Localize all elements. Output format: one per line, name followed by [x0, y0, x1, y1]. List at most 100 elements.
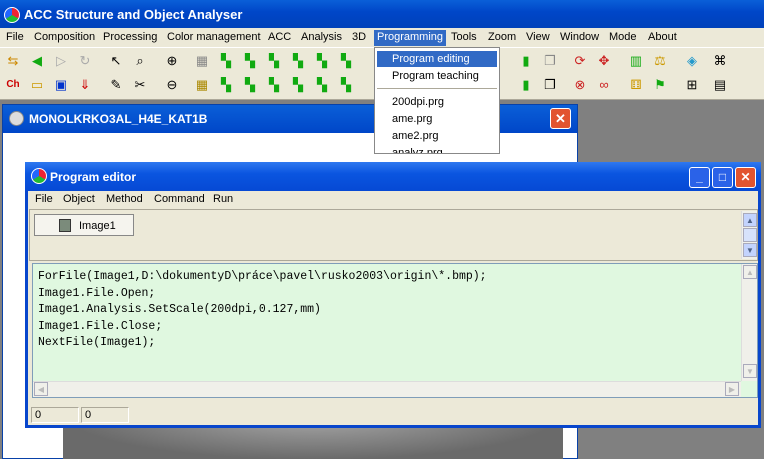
menu-separator	[377, 88, 497, 89]
menu-item-program-teaching[interactable]: Program teaching	[377, 68, 497, 84]
green-block-icon-4[interactable]: ▚	[288, 51, 308, 71]
code-scroll-right-icon[interactable]: ▶	[725, 382, 739, 396]
code-editor[interactable]: ForFile(Image1,D:\dokumentyD\práce\pavel…	[32, 263, 758, 398]
green-block-icon-1[interactable]: ▚	[216, 51, 236, 71]
code-scroll-left-icon[interactable]: ◀	[34, 382, 48, 396]
editor-title: Program editor	[50, 170, 137, 184]
editor-statusbar: 0 0	[29, 405, 758, 424]
menu-programming[interactable]: Programming	[374, 30, 447, 46]
scroll-up-icon[interactable]: ▲	[743, 213, 757, 227]
green-bar-icon-1[interactable]: ▮	[516, 51, 536, 71]
zoom-out-icon[interactable]: ⊖	[162, 75, 182, 95]
pointer-icon[interactable]: ↖	[106, 51, 126, 71]
menubar: File Composition Processing Color manage…	[0, 28, 764, 47]
forward-icon[interactable]: ▷	[51, 51, 71, 71]
program-code[interactable]: ForFile(Image1,D:\dokumentyD\práce\pavel…	[38, 269, 487, 352]
copy-gray-icon[interactable]: ❐	[540, 51, 560, 71]
save-icon[interactable]: ▣	[51, 75, 71, 95]
folder-icon[interactable]: ▭	[27, 75, 47, 95]
menu-window[interactable]: Window	[557, 30, 602, 46]
green-block-icon-5[interactable]: ▚	[312, 51, 332, 71]
pen-icon[interactable]: ✎	[106, 75, 126, 95]
green-block-icon-6[interactable]: ▚	[336, 51, 356, 71]
editor-menu-method[interactable]: Method	[106, 193, 143, 205]
code-scroll-up-icon[interactable]: ▲	[743, 265, 757, 279]
status-line: 0	[31, 407, 79, 423]
run-man-icon[interactable]: ⚑	[650, 75, 670, 95]
menu-mode[interactable]: Mode	[606, 30, 640, 46]
object-tab-image1[interactable]: Image1	[34, 214, 134, 236]
menu-item-program-editing[interactable]: Program editing	[377, 51, 497, 67]
maximize-button[interactable]: □	[712, 167, 733, 188]
scroll-down-icon[interactable]: ▼	[743, 243, 757, 257]
menu-analysis[interactable]: Analysis	[298, 30, 345, 46]
object-tab-label: Image1	[79, 220, 116, 232]
ruler-icon[interactable]: ▥	[626, 51, 646, 71]
scroll-thumb[interactable]	[743, 228, 757, 242]
link-red-icon[interactable]: ∞	[594, 75, 614, 95]
object-panel: Image1 ▲ ▼	[29, 209, 758, 261]
menu-item-program-file[interactable]: ame.prg	[377, 111, 497, 127]
menu-acc[interactable]: ACC	[265, 30, 294, 46]
editor-menu-run[interactable]: Run	[213, 193, 233, 205]
menu-item-program-file[interactable]: 200dpi.prg	[377, 94, 497, 110]
editor-close-button[interactable]: ✕	[735, 167, 756, 188]
green-block-icon-7[interactable]: ▚	[216, 75, 236, 95]
rotate-red-icon[interactable]: ⟳	[570, 51, 590, 71]
menu-tools[interactable]: Tools	[448, 30, 480, 46]
editor-menubar: File Object Method Command Run	[28, 191, 758, 209]
menu-zoom[interactable]: Zoom	[485, 30, 519, 46]
import-icon[interactable]: ⇓	[75, 75, 95, 95]
green-bar-icon-2[interactable]: ▮	[516, 75, 536, 95]
clipboard-icon[interactable]: ▤	[710, 75, 730, 95]
book-icon[interactable]: ⌘	[710, 51, 730, 71]
green-block-icon-8[interactable]: ▚	[240, 75, 260, 95]
redo-icon[interactable]: ↻	[75, 51, 95, 71]
grid-select-icon[interactable]: ▦	[192, 51, 212, 71]
back-icon[interactable]: ◀	[27, 51, 47, 71]
green-block-icon-12[interactable]: ▚	[336, 75, 356, 95]
green-block-icon-9[interactable]: ▚	[264, 75, 284, 95]
image-window-title: MONOLKRKO3AL_H4E_KAT1B	[29, 112, 208, 126]
minimize-button[interactable]: _	[689, 167, 710, 188]
eraser-icon[interactable]: ◈	[682, 51, 702, 71]
green-block-icon-3[interactable]: ▚	[264, 51, 284, 71]
menu-item-program-file[interactable]: ame2.prg	[377, 128, 497, 144]
change-dir-icon[interactable]: Ch	[3, 75, 23, 95]
balance-icon[interactable]: ⚖	[650, 51, 670, 71]
lasso-icon[interactable]: ⌕	[130, 51, 150, 71]
editor-menu-file[interactable]: File	[35, 193, 53, 205]
menu-color-management[interactable]: Color management	[164, 30, 264, 46]
grid-yellow-icon[interactable]: ▦	[192, 75, 212, 95]
editor-titlebar[interactable]: Program editor _ □ ✕	[25, 162, 761, 191]
menu-3d[interactable]: 3D	[349, 30, 369, 46]
code-scroll-down-icon[interactable]: ▼	[743, 364, 757, 378]
app-title: ACC Structure and Object Analyser	[24, 7, 243, 22]
menu-about[interactable]: About	[645, 30, 680, 46]
image-object-icon	[59, 219, 71, 232]
zoom-in-icon[interactable]: ⊕	[162, 51, 182, 71]
menu-composition[interactable]: Composition	[31, 30, 98, 46]
green-block-icon-10[interactable]: ▚	[288, 75, 308, 95]
scissors-icon[interactable]: ✂	[130, 75, 150, 95]
grid-window-icon[interactable]: ⊞	[682, 75, 702, 95]
dice-icon[interactable]: ⚅	[626, 75, 646, 95]
code-vertical-scrollbar[interactable]: ▲ ▼	[741, 264, 757, 381]
editor-menu-object[interactable]: Object	[63, 193, 95, 205]
menu-processing[interactable]: Processing	[100, 30, 160, 46]
green-block-icon-2[interactable]: ▚	[240, 51, 260, 71]
move-red-icon[interactable]: ✥	[594, 51, 614, 71]
menu-file[interactable]: File	[3, 30, 27, 46]
object-panel-scrollbar[interactable]: ▲ ▼	[741, 211, 757, 259]
menu-item-program-file[interactable]: analyz.prg	[377, 145, 497, 153]
code-horizontal-scrollbar[interactable]: ◀ ▶	[33, 381, 741, 397]
editor-menu-command[interactable]: Command	[154, 193, 205, 205]
transform-red-icon[interactable]: ⊗	[570, 75, 590, 95]
open-folder-icon[interactable]: ⇆	[3, 51, 23, 71]
green-block-icon-11[interactable]: ▚	[312, 75, 332, 95]
app-titlebar: ACC Structure and Object Analyser	[0, 0, 764, 30]
copy-black-icon[interactable]: ❐	[540, 75, 560, 95]
image-window-close-button[interactable]: ✕	[550, 108, 571, 129]
menu-view[interactable]: View	[523, 30, 553, 46]
program-editor-window[interactable]: Program editor _ □ ✕ File Object Method …	[25, 162, 761, 428]
